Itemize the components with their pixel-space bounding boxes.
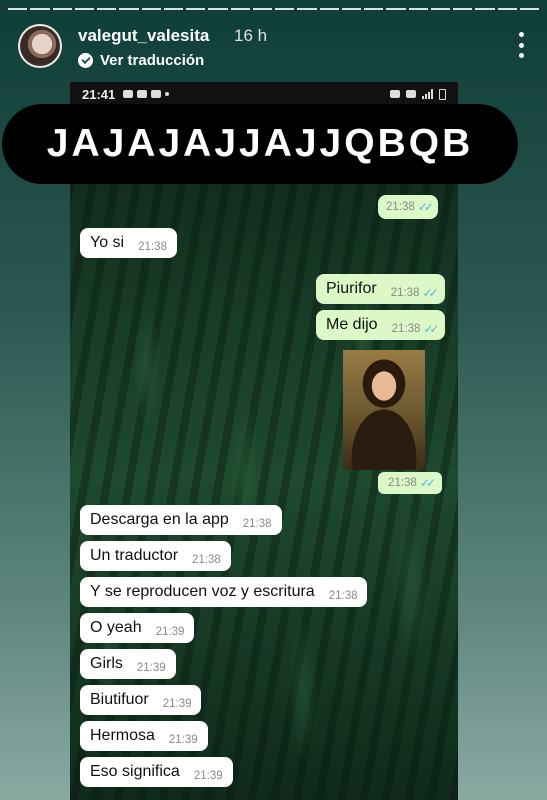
message-text: Y se reproducen voz y escritura (90, 583, 315, 600)
notification-icon (137, 90, 148, 98)
message-bubble-incoming[interactable]: Y se reproducen voz y escritura 21:38 (80, 577, 368, 607)
message-bubble-incoming[interactable]: Yo si 21:38 (80, 228, 177, 258)
image-message-meta: 21:38 ✓✓ (378, 472, 442, 494)
battery-icon (439, 88, 446, 100)
alarm-icon (390, 90, 400, 98)
story-progress-bar (8, 8, 539, 10)
avatar[interactable] (18, 24, 62, 68)
message-bubble-incoming[interactable]: Un traductor 21:38 (80, 541, 231, 571)
message-bubble-outgoing[interactable]: Piurifor 21:38 ✓✓ (316, 274, 445, 304)
message-time: 21:38 (138, 241, 167, 253)
message-time: 21:38 (328, 590, 358, 602)
message-text: Un traductor (90, 547, 179, 564)
message-text: Eso significa (90, 763, 180, 780)
dot-icon (165, 92, 170, 96)
translate-label: Ver traducción (100, 52, 205, 69)
message-text: Hermosa (90, 727, 155, 744)
message-time: 21:38 (192, 554, 221, 566)
checkmark-circle-icon (78, 53, 93, 68)
message-time: 21:38 (390, 287, 420, 299)
message-text: Girls (90, 655, 123, 672)
message-bubble-incoming[interactable]: O yeah 21:39 (80, 613, 195, 643)
message-time: 21:38 (242, 518, 272, 530)
read-ticks-icon: ✓✓ (417, 200, 434, 214)
message-time: 21:38 (386, 201, 415, 213)
message-bubble-incoming[interactable]: Eso significa 21:39 (80, 757, 233, 787)
story-text-banner: JAJAJAJJAJJQBQB (2, 104, 518, 184)
message-text: Piurifor (326, 280, 377, 297)
mona-lisa-meme-image (343, 350, 425, 470)
notification-icon (123, 90, 134, 98)
message-bubble-incoming[interactable]: Hermosa 21:39 (80, 721, 208, 751)
post-time: 16 h (234, 26, 268, 45)
message-time: 21:38 (391, 323, 421, 335)
username[interactable]: valegut_valesita (78, 26, 209, 46)
message-bubble-outgoing[interactable]: 21:38 ✓✓ (378, 195, 438, 219)
message-bubble-incoming[interactable]: Descarga en la app 21:38 (80, 505, 282, 535)
cloud-icon (151, 90, 162, 98)
message-text: Yo si (90, 234, 125, 251)
message-text: Biutifuor (90, 691, 149, 708)
more-vertical-icon[interactable] (517, 32, 525, 58)
read-ticks-icon: ✓✓ (419, 476, 436, 490)
message-bubble-incoming[interactable]: Girls 21:39 (80, 649, 176, 679)
message-time: 21:39 (136, 662, 166, 674)
message-text: O yeah (90, 619, 142, 636)
message-bubble-outgoing[interactable]: Me dijo 21:38 ✓✓ (316, 310, 446, 340)
message-text: Me dijo (326, 316, 378, 333)
message-time: 21:39 (162, 698, 192, 710)
read-ticks-icon: ✓✓ (422, 286, 438, 300)
mute-icon (406, 90, 416, 98)
message-time: 21:38 (388, 477, 417, 489)
message-time: 21:39 (193, 770, 223, 782)
message-time: 21:39 (168, 734, 198, 746)
translate-button[interactable]: Ver traducción (78, 52, 204, 69)
story-header: valegut_valesita 16 h Ver traducción (18, 22, 529, 70)
status-time: 21:41 (82, 86, 116, 102)
signal-icon (422, 89, 433, 99)
phone-status-bar: 21:41 (70, 82, 458, 106)
message-text: Descarga en la app (90, 511, 229, 528)
image-message[interactable] (343, 350, 425, 470)
message-bubble-incoming[interactable]: Biutifuor 21:39 (80, 685, 202, 715)
message-time: 21:39 (155, 626, 185, 638)
read-ticks-icon: ✓✓ (423, 322, 439, 336)
